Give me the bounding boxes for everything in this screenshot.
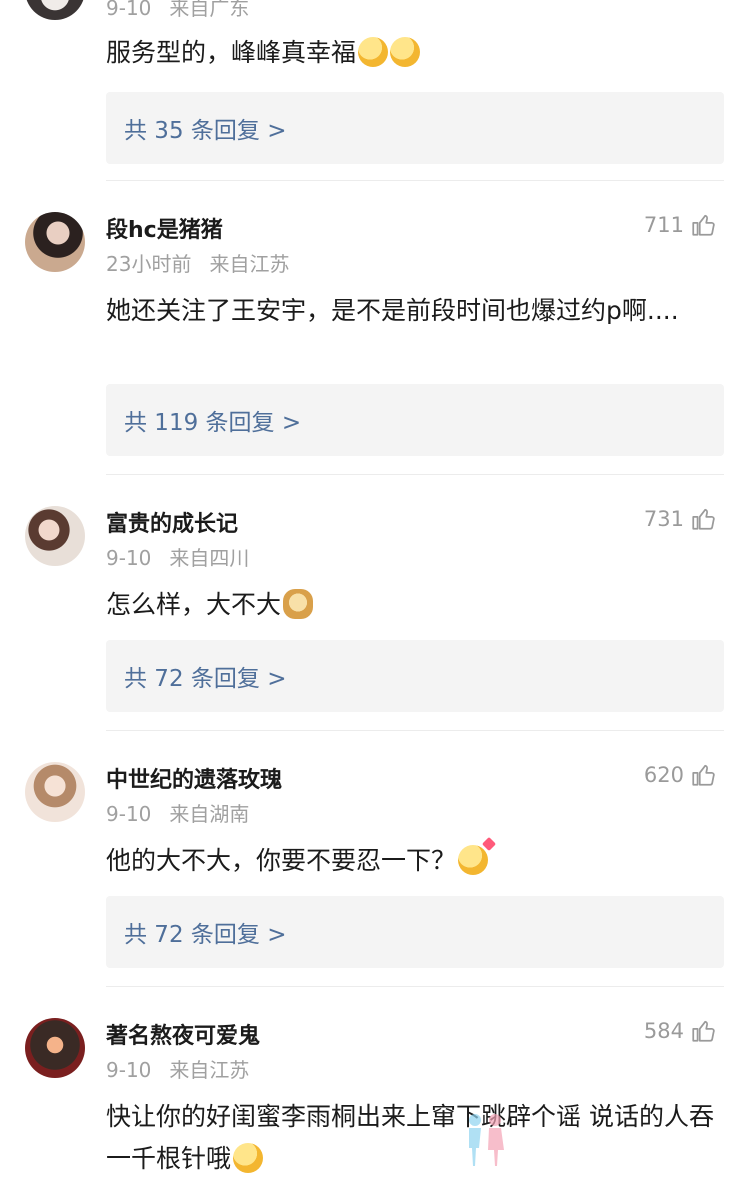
like-count: 711 xyxy=(643,213,684,237)
comment-date: 9-10 xyxy=(106,1058,152,1082)
comment-meta: 9-10 来自江苏 xyxy=(106,1054,249,1083)
comment-username[interactable]: 段hc是猪猪 xyxy=(106,212,223,244)
view-replies-link[interactable]: 共 119 条回复 > xyxy=(124,403,301,437)
thumbs-up-icon xyxy=(692,764,715,786)
like-button[interactable]: 620 xyxy=(644,762,716,788)
comment-meta: 9-10 来自湖南 xyxy=(106,798,249,827)
reply-box[interactable]: 共 72 条回复 > xyxy=(106,896,724,968)
comment-text: 服务型的，峰峰真幸福 xyxy=(106,32,726,74)
avatar[interactable] xyxy=(25,212,85,272)
comment-location: 来自四川 xyxy=(169,546,250,570)
reply-box[interactable]: 共 35 条回复 > xyxy=(106,92,724,164)
doge-emoji-icon xyxy=(283,589,314,619)
avatar[interactable] xyxy=(25,0,85,20)
view-replies-link[interactable]: 共 72 条回复 > xyxy=(124,659,286,693)
reply-box[interactable]: 共 119 条回复 > xyxy=(106,384,724,456)
comment-date: 9-10 xyxy=(106,0,152,20)
avatar[interactable] xyxy=(25,1018,85,1078)
divider xyxy=(106,474,724,475)
comment-username[interactable]: 中世纪的遗落玫瑰 xyxy=(106,762,282,794)
comment-location: 来自广东 xyxy=(169,0,250,20)
comment-meta: 23小时前 来自江苏 xyxy=(106,248,289,277)
comment-location: 来自江苏 xyxy=(209,252,290,276)
love-emoji-icon xyxy=(458,845,489,875)
comment-meta: 9-10 来自广东 xyxy=(106,0,249,21)
view-replies-link[interactable]: 共 35 条回复 > xyxy=(124,111,286,145)
comment-username[interactable]: 富贵的成长记 xyxy=(106,506,238,538)
reply-box[interactable]: 共 72 条回复 > xyxy=(106,640,724,712)
comment-meta: 9-10 来自四川 xyxy=(106,542,249,571)
like-button[interactable]: 584 xyxy=(644,1018,716,1044)
watermark-icon xyxy=(469,1114,504,1166)
comment-text: 怎么样，大不大 xyxy=(106,584,726,626)
thumbs-up-icon xyxy=(692,214,715,236)
view-replies-link[interactable]: 共 72 条回复 > xyxy=(124,915,286,949)
comment-date: 23小时前 xyxy=(106,252,192,276)
comment-location: 来自江苏 xyxy=(169,1058,250,1082)
divider xyxy=(106,986,724,987)
smile-emoji-icon xyxy=(358,37,389,67)
avatar[interactable] xyxy=(25,506,85,566)
divider xyxy=(106,180,724,181)
like-count: 620 xyxy=(643,763,684,787)
comment-text: 他的大不大，你要不要忍一下？ xyxy=(106,840,726,882)
cry-emoji-icon xyxy=(233,1143,264,1173)
like-button[interactable]: 731 xyxy=(644,506,716,532)
comment-date: 9-10 xyxy=(106,802,152,826)
thumbs-up-icon xyxy=(692,508,715,530)
comment-text: 快让你的好闺蜜李雨桐出来上窜下跳辟个谣 说话的人吞一千根针哦 xyxy=(106,1102,714,1173)
thumbs-up-icon xyxy=(692,1020,715,1042)
like-button[interactable]: 711 xyxy=(644,212,716,238)
avatar[interactable] xyxy=(25,762,85,822)
comment-date: 9-10 xyxy=(106,546,152,570)
like-count: 584 xyxy=(643,1019,684,1043)
divider xyxy=(106,730,724,731)
smile-emoji-icon xyxy=(390,37,421,67)
comment-username[interactable]: 著名熬夜可爱鬼 xyxy=(106,1018,260,1050)
comment-location: 来自湖南 xyxy=(169,802,250,826)
like-count: 731 xyxy=(643,507,684,531)
comment-text: 她还关注了王安宇，是不是前段时间也爆过约p啊.... xyxy=(106,296,679,325)
